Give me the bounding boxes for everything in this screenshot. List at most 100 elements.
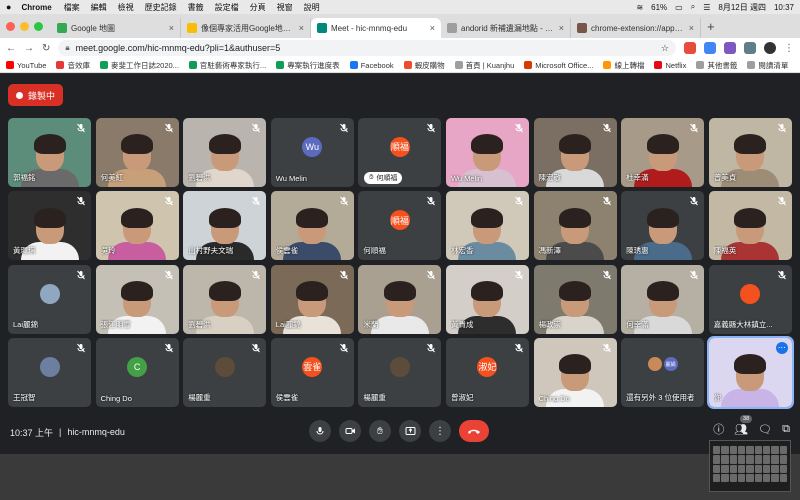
wifi-icon[interactable]: ≋ [636,3,643,12]
tab-1[interactable]: 像個專家活用Google地圖App × [181,18,311,38]
menu-bookmarks[interactable]: 書籤 [188,2,204,13]
participant-tile[interactable]: 吳玲 [95,191,179,261]
participant-tile[interactable]: 杜幸滿 [621,118,705,187]
participant-tile[interactable]: Ching Do [533,337,617,407]
participant-tile[interactable]: 何美紅 [95,118,179,187]
participant-tile[interactable]: 雲雀 侯雲雀 [270,337,354,407]
extension-icon[interactable] [724,42,736,54]
close-tab-icon[interactable]: × [169,23,174,33]
people-button[interactable]: 👥︎ 38 [734,414,753,436]
more-options-button[interactable]: ⋮ [429,420,451,442]
bookmark-item[interactable]: 專案執行進度表 [276,60,340,71]
activities-icon[interactable]: ⧉ [782,423,790,436]
tab-0[interactable]: Google 地圖 × [51,18,181,38]
forward-icon[interactable]: → [24,43,34,54]
minimize-window-button[interactable] [20,21,29,31]
bookmark-item[interactable]: 線上轉檔 [603,60,644,71]
close-tab-icon[interactable]: × [689,23,694,33]
leave-call-button[interactable] [459,420,489,442]
participant-tile[interactable]: 郭福銘 [8,118,91,187]
extension-icon[interactable] [684,42,696,54]
close-tab-icon[interactable]: × [299,23,304,33]
recording-indicator[interactable]: 錄製中 [8,84,64,106]
bookmark-item[interactable]: YouTube [6,61,46,70]
menu-history[interactable]: 歷史記錄 [145,2,177,13]
bookmark-item[interactable]: 麥斐工作日誌2020... [99,60,179,71]
camera-button[interactable] [339,420,361,442]
browser-menu-icon[interactable]: ⋮ [784,43,794,54]
bookmark-item[interactable]: Netflix [654,61,686,70]
raise-hand-button[interactable]: ✋︎ [369,420,391,442]
participant-tile[interactable]: 劉碧洪 [183,264,267,334]
bookmark-star-icon[interactable]: ☆ [661,43,669,54]
menu-window[interactable]: 視窗 [277,2,293,13]
bookmark-item[interactable]: 首頁 | Kuanjhu [454,60,514,71]
participant-tile[interactable]: C Ching Do [95,337,179,407]
menu-app-name[interactable]: Chrome [21,3,51,12]
close-tab-icon[interactable]: × [430,23,435,33]
apple-icon[interactable]: ● [6,2,11,12]
menu-file[interactable]: 檔案 [64,2,80,13]
participant-tile[interactable]: 米蘭 [358,264,442,334]
bookmark-item[interactable]: 蝦皮購物 [403,60,445,71]
tab-2[interactable]: Meet - hic-mnmq-edu × [311,18,441,38]
participant-tile[interactable]: Wu Wu Melin [270,118,354,187]
participant-tile[interactable]: 劉碧洪 [183,118,267,187]
menu-edit[interactable]: 編輯 [91,2,107,13]
menu-view[interactable]: 檢視 [118,2,134,13]
battery-icon[interactable]: ▭ [675,3,683,12]
chat-icon[interactable]: 🗨︎ [758,423,772,436]
close-tab-icon[interactable]: × [559,23,564,33]
bookmark-item[interactable]: 音效庫 [56,60,90,71]
participant-tile[interactable]: 山村野夫文瑞 [183,191,267,261]
participant-tile[interactable]: 何幸滿 [621,264,705,334]
participant-tile[interactable]: 麗娟 還有另外 3 位使用者 [621,337,705,407]
participant-tile[interactable]: Lai麗錦 [270,264,354,334]
back-icon[interactable]: ← [6,43,16,54]
participant-tile[interactable]: 林宏香 [445,191,529,261]
profile-avatar[interactable] [764,42,776,54]
extension-icon[interactable] [704,42,716,54]
meeting-details-icon[interactable]: ⓘ [713,421,724,437]
address-bar[interactable]: 🔒︎ ☆ [58,40,676,56]
participant-tile[interactable]: 侯雲雀 [270,191,354,261]
tile-options-icon[interactable]: ⋯ [775,341,788,354]
control-center-icon[interactable]: ☰ [703,3,710,12]
participant-tile[interactable]: 王冠智 [8,337,91,407]
menu-help[interactable]: 說明 [304,2,320,13]
bookmark-item[interactable]: 閱讀清單 [747,60,788,71]
bookmark-item[interactable]: 官駐藝術專家執行... [188,60,266,71]
participant-tile[interactable]: 張江明雪 [95,264,179,334]
extensions-puzzle-icon[interactable] [744,42,756,54]
participant-tile[interactable]: 陳琇惠 [621,191,705,261]
tab-4[interactable]: chrome-extension://appcnhief × [571,18,701,38]
participant-tile[interactable]: 馮新澤 [533,191,617,261]
participant-tile[interactable]: 陳福英 [708,191,792,261]
menu-tabs[interactable]: 分頁 [250,2,266,13]
participant-tile[interactable]: 陳宏敬 [533,118,617,187]
participant-tile[interactable]: 嘉義縣大林鎮立... [708,264,792,334]
participant-tile[interactable]: 曾美貞 [708,118,792,187]
participant-tile[interactable]: Wu Melin [445,118,529,187]
lock-icon[interactable]: 🔒︎ [65,43,69,53]
url-input[interactable] [75,43,655,53]
participant-tile[interactable]: 順福 何順福 [358,191,442,261]
search-icon[interactable]: ⌕ [691,2,695,12]
tab-3[interactable]: andorid 新補遺漏地點 - Googl × [441,18,571,38]
reload-icon[interactable]: ↻ [42,43,50,54]
bookmark-item[interactable]: 其他書籤 [696,60,737,71]
bookmark-item[interactable]: Microsoft Office... [524,61,593,70]
new-tab-button[interactable]: + [707,19,715,34]
bookmark-item[interactable]: Facebook [349,61,394,70]
participant-tile[interactable]: 你 ⋯ [706,335,794,409]
microphone-button[interactable] [309,420,331,442]
close-window-button[interactable] [6,21,15,31]
participant-tile[interactable]: 楊麗重 [183,337,267,407]
participant-tile[interactable]: 順福 ✋︎ 何順福 [358,118,442,187]
meeting-code[interactable]: hic-mnmq-edu [67,427,125,437]
screenshot-thumbnail[interactable] [709,440,791,492]
participant-tile[interactable]: 黃珮琪 [8,191,91,261]
participant-tile[interactable]: Lai麗錦 [8,264,91,334]
participant-tile[interactable]: 黃貴成 [445,264,529,334]
participant-tile[interactable]: 楊政崇 [533,264,617,334]
